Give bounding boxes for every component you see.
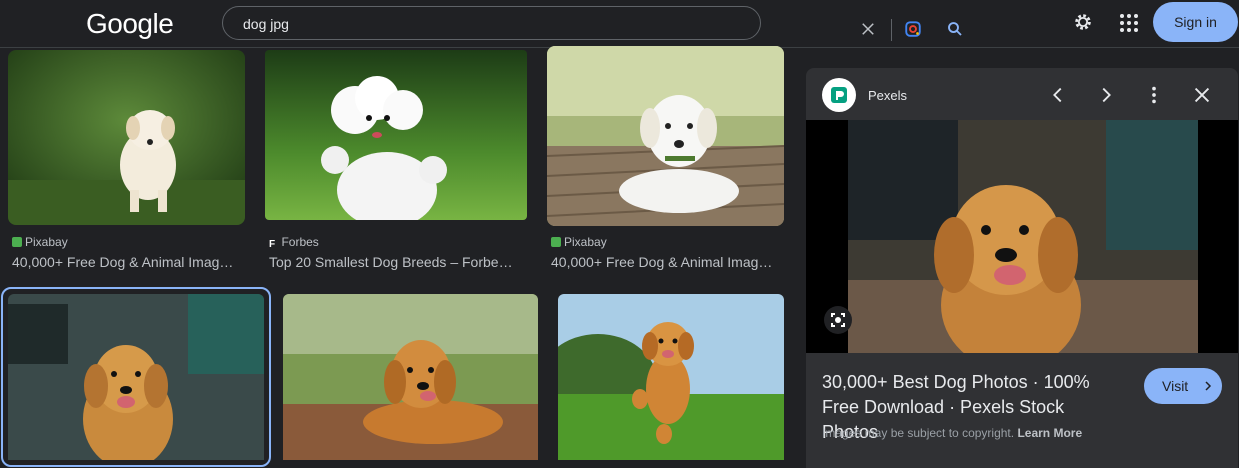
apps-grid-icon[interactable]	[1119, 13, 1139, 33]
header: Google dog jpg Sign in	[0, 0, 1239, 48]
result-source[interactable]: Pixabay	[12, 235, 68, 249]
preview-image[interactable]	[806, 120, 1238, 353]
search-box[interactable]: dog jpg	[222, 6, 962, 41]
forbes-icon: F	[269, 239, 276, 250]
chevron-left-icon[interactable]	[1047, 84, 1069, 106]
chevron-right-icon	[1205, 381, 1212, 391]
copyright-notice: Images may be subject to copyright. Lear…	[822, 426, 1083, 440]
lens-search-icon[interactable]	[824, 306, 852, 334]
result-title[interactable]: Top 20 Smallest Dog Breeds – Forbe…	[269, 254, 525, 270]
search-input[interactable]: dog jpg	[243, 16, 289, 32]
visit-button[interactable]: Visit	[1144, 368, 1222, 404]
result-image-5[interactable]	[283, 294, 538, 460]
close-icon[interactable]	[859, 20, 877, 38]
sign-in-button[interactable]: Sign in	[1153, 2, 1238, 42]
close-icon[interactable]	[1191, 84, 1213, 106]
result-image-4[interactable]	[8, 294, 264, 460]
chevron-right-icon[interactable]	[1095, 84, 1117, 106]
result-title[interactable]: 40,000+ Free Dog & Animal Imag…	[12, 254, 245, 270]
result-source[interactable]: F Forbes	[269, 235, 319, 250]
pixabay-icon	[551, 237, 561, 247]
divider	[891, 19, 892, 41]
more-options-icon[interactable]	[1143, 84, 1165, 106]
lens-icon[interactable]	[904, 20, 922, 38]
result-source[interactable]: Pixabay	[551, 235, 607, 249]
pixabay-icon	[12, 237, 22, 247]
pexels-logo[interactable]	[822, 78, 856, 112]
search-icon[interactable]	[946, 20, 964, 38]
result-image-2[interactable]	[265, 50, 527, 220]
result-image-1[interactable]	[8, 50, 245, 225]
preview-panel: Pexels 30,000+ Best Dog Photos · 100% Fr…	[806, 68, 1238, 468]
result-title[interactable]: 40,000+ Free Dog & Animal Imag…	[551, 254, 784, 270]
visit-label: Visit	[1162, 378, 1189, 394]
result-image-6[interactable]	[558, 294, 784, 460]
google-logo[interactable]: Google	[86, 8, 174, 40]
learn-more-link[interactable]: Learn More	[1017, 426, 1082, 440]
result-image-3[interactable]	[547, 46, 784, 226]
gear-icon[interactable]	[1072, 11, 1094, 33]
panel-source[interactable]: Pexels	[868, 88, 907, 103]
